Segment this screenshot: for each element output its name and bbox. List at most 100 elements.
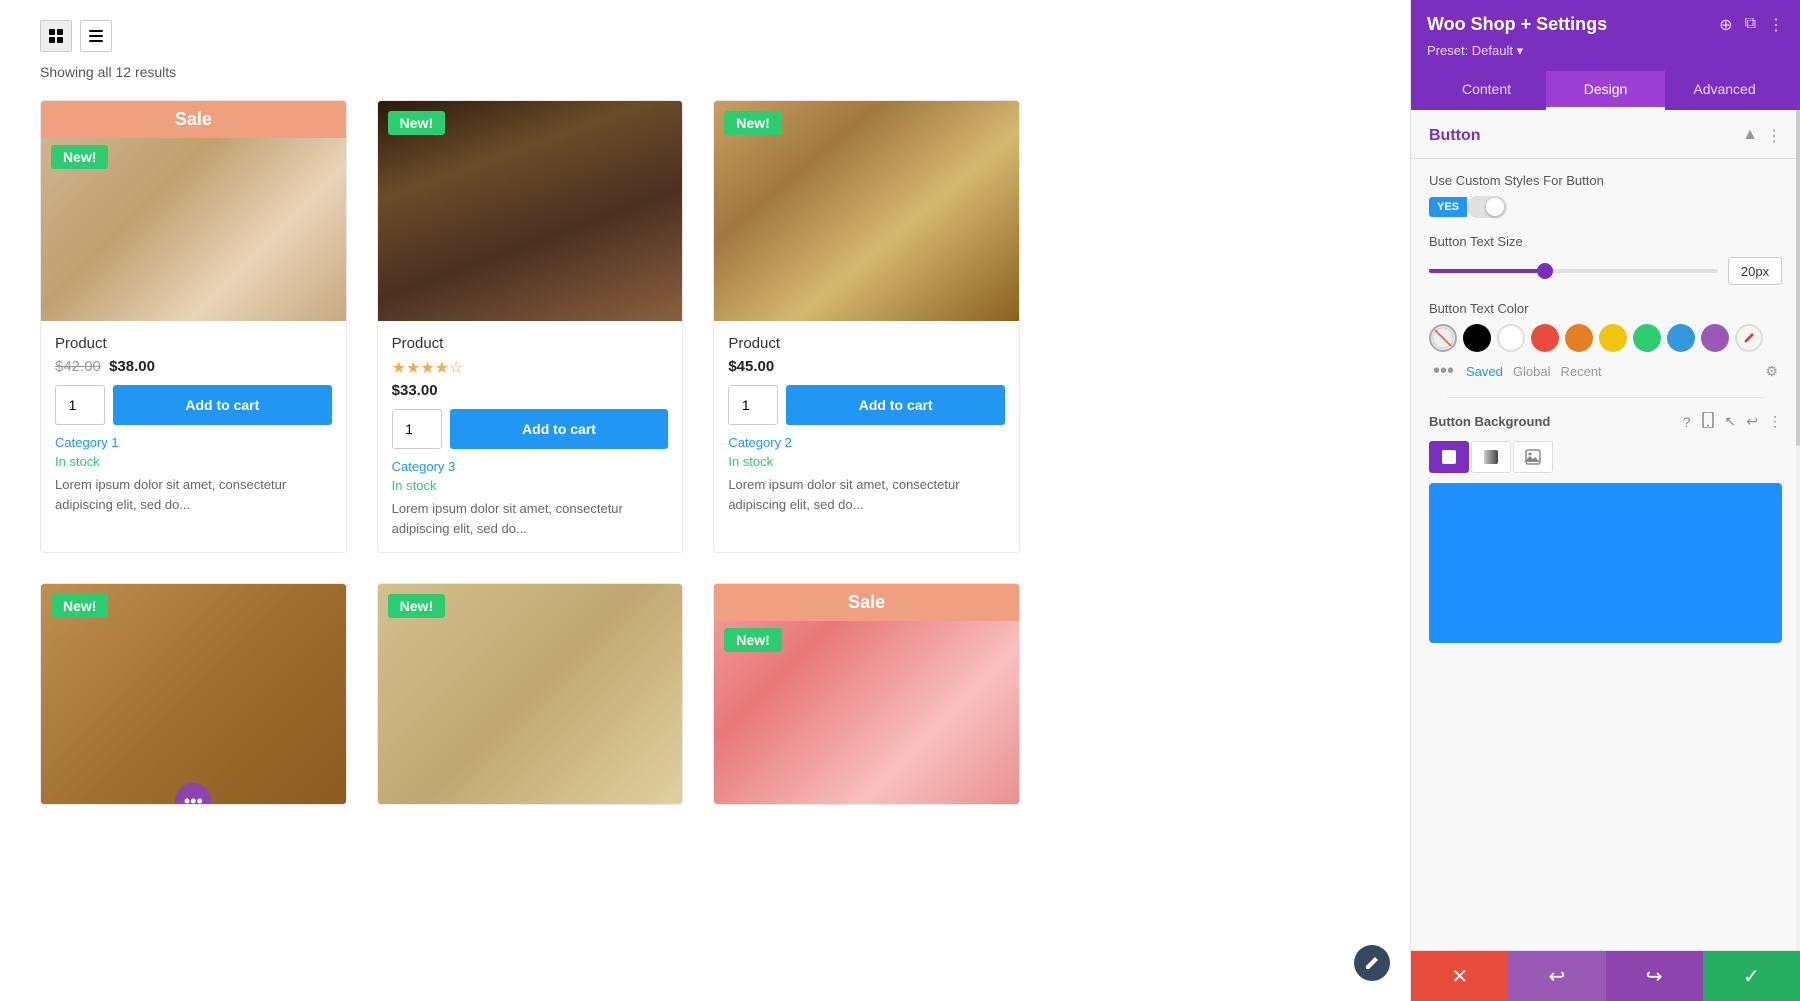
text-color-label: Button Text Color <box>1429 301 1782 316</box>
quantity-input[interactable] <box>392 409 442 449</box>
toggle-row: YES <box>1429 196 1782 218</box>
text-size-label: Button Text Size <box>1429 234 1782 249</box>
product-image-wrap: Sale New! <box>714 584 1019 804</box>
more-icon[interactable]: ⋮ <box>1768 15 1784 35</box>
add-to-cart-button[interactable]: Add to cart <box>786 385 1005 425</box>
product-body: Product $42.00 $38.00 Add to cart Catego… <box>41 321 346 528</box>
product-card: New! Product $45.00 Add to cart Category… <box>713 100 1020 553</box>
add-to-cart-row: Add to cart <box>728 385 1005 425</box>
section-controls: ▲ ⋮ <box>1742 126 1782 146</box>
more-vert-icon[interactable]: ⋮ <box>1768 413 1782 430</box>
stock-status: In stock <box>392 478 669 493</box>
product-title: Product <box>728 335 1005 352</box>
color-blue[interactable] <box>1667 324 1695 352</box>
confirm-button[interactable]: ✓ <box>1703 951 1800 1001</box>
bg-preview[interactable] <box>1429 483 1782 643</box>
color-white[interactable] <box>1497 324 1525 352</box>
quantity-input[interactable] <box>55 385 105 425</box>
bg-tab-image[interactable] <box>1513 441 1553 473</box>
help-icon[interactable]: ? <box>1683 414 1691 430</box>
category-link[interactable]: Category 3 <box>392 459 669 474</box>
global-link[interactable]: Global <box>1513 364 1551 379</box>
product-desc: Lorem ipsum dolor sit amet, consectetur … <box>728 475 1005 514</box>
grid-view-button[interactable] <box>40 20 72 52</box>
panel-title: Woo Shop + Settings <box>1427 14 1607 35</box>
right-panel: Woo Shop + Settings ⊕ ⧉ ⋮ Preset: Defaul… <box>1410 0 1800 1001</box>
redo-button[interactable]: ↪ <box>1606 951 1703 1001</box>
panel-header-icons: ⊕ ⧉ ⋮ <box>1719 15 1784 35</box>
color-meta-row: ••• Saved Global Recent ⚙ <box>1429 360 1782 383</box>
new-badge: New! <box>388 594 445 618</box>
slider-value[interactable]: 20px <box>1728 257 1782 285</box>
panel-preset[interactable]: Preset: Default ▾ <box>1427 43 1784 59</box>
stock-status: In stock <box>728 454 1005 469</box>
gradient-icon <box>1483 449 1499 465</box>
product-image-wrap: Sale New! <box>41 101 346 321</box>
product-rating: ★★★★☆ <box>392 358 669 378</box>
product-grid: Sale New! Product $42.00 $38.00 Add to c… <box>40 100 1020 805</box>
color-yellow[interactable] <box>1599 324 1627 352</box>
slider-fill <box>1429 269 1545 273</box>
product-body: Product $45.00 Add to cart Category 2 In… <box>714 321 1019 528</box>
add-to-cart-button[interactable]: Add to cart <box>113 385 332 425</box>
target-icon[interactable]: ⊕ <box>1719 15 1732 35</box>
product-title: Product <box>392 335 669 352</box>
mobile-icon[interactable] <box>1701 412 1715 431</box>
tab-advanced[interactable]: Advanced <box>1665 71 1784 110</box>
sale-banner: Sale <box>41 101 346 138</box>
color-more-button[interactable]: ••• <box>1433 360 1454 383</box>
color-orange[interactable] <box>1565 324 1593 352</box>
category-link[interactable]: Category 2 <box>728 435 1005 450</box>
color-green[interactable] <box>1633 324 1661 352</box>
toggle-switch[interactable] <box>1467 196 1507 218</box>
quantity-input[interactable] <box>728 385 778 425</box>
color-black[interactable] <box>1463 324 1491 352</box>
new-badge: New! <box>724 111 781 135</box>
bg-tab-gradient[interactable] <box>1471 441 1511 473</box>
saved-link[interactable]: Saved <box>1466 364 1503 379</box>
product-price: $45.00 <box>728 358 1005 375</box>
floating-edit-button[interactable] <box>1354 945 1390 981</box>
product-body: Product ★★★★☆ $33.00 Add to cart Categor… <box>378 321 683 552</box>
bg-section-header: Button Background ? ↖ ↩ ⋮ <box>1429 412 1782 431</box>
section-more-icon[interactable]: ⋮ <box>1766 126 1782 146</box>
slider-thumb[interactable] <box>1537 263 1553 279</box>
slider-row: 20px <box>1429 257 1782 285</box>
collapse-icon[interactable]: ▲ <box>1742 126 1758 146</box>
add-to-cart-button[interactable]: Add to cart <box>450 409 669 449</box>
bg-tab-solid[interactable] <box>1429 441 1469 473</box>
undo-icon[interactable]: ↩ <box>1746 413 1758 430</box>
cancel-button[interactable]: ✕ <box>1411 951 1508 1001</box>
scrollbar-thumb[interactable] <box>1796 110 1800 446</box>
color-settings-icon[interactable]: ⚙ <box>1765 363 1778 380</box>
color-custom[interactable] <box>1429 324 1457 352</box>
new-badge: New! <box>724 628 781 652</box>
layout-icon[interactable]: ⧉ <box>1745 15 1756 35</box>
add-to-cart-row: Add to cart <box>392 409 669 449</box>
recent-link[interactable]: Recent <box>1560 364 1601 379</box>
bg-icons-row: ? ↖ ↩ ⋮ <box>1683 412 1782 431</box>
new-badge: New! <box>51 145 108 169</box>
section-divider <box>1447 397 1764 398</box>
color-purple[interactable] <box>1701 324 1729 352</box>
tab-design[interactable]: Design <box>1546 71 1665 110</box>
text-color-section: Button Text Color <box>1429 301 1782 383</box>
preset-label: Preset: Default <box>1427 43 1513 58</box>
section-title: Button <box>1429 127 1481 145</box>
edit-icon <box>1364 955 1380 971</box>
cursor-icon[interactable]: ↖ <box>1725 413 1737 430</box>
color-red[interactable] <box>1531 324 1559 352</box>
new-badge: New! <box>388 111 445 135</box>
panel-tabs: Content Design Advanced <box>1427 71 1784 110</box>
tab-content[interactable]: Content <box>1427 71 1546 110</box>
undo-button[interactable]: ↩ <box>1508 951 1605 1001</box>
list-view-button[interactable] <box>80 20 112 52</box>
product-image-wrap: New! ••• <box>41 584 346 804</box>
add-to-cart-row: Add to cart <box>55 385 332 425</box>
product-image-wrap: New! <box>378 101 683 321</box>
slider-track[interactable] <box>1429 269 1718 273</box>
color-edit-icon[interactable] <box>1735 324 1763 352</box>
color-meta-links: Saved Global Recent <box>1466 364 1602 379</box>
category-link[interactable]: Category 1 <box>55 435 332 450</box>
new-badge: New! <box>51 594 108 618</box>
